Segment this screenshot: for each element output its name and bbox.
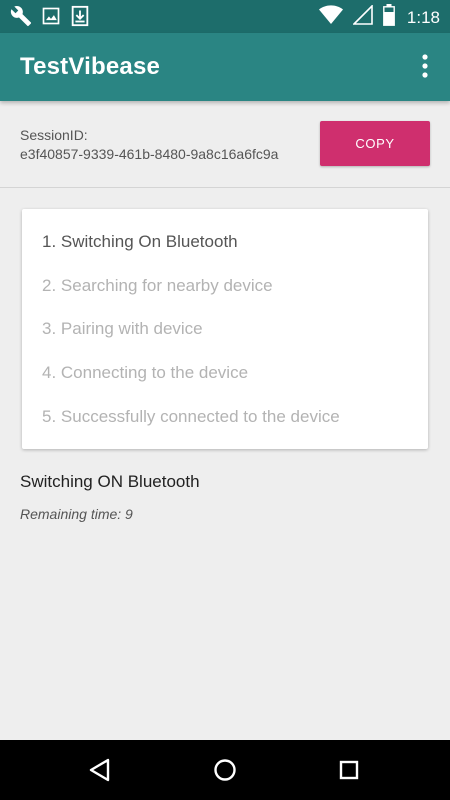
- current-status-text: Switching ON Bluetooth: [20, 472, 200, 491]
- step-5: 5. Successfully connected to the device: [42, 407, 340, 426]
- step-1: 1. Switching On Bluetooth: [42, 232, 238, 251]
- overflow-menu-icon[interactable]: [418, 53, 432, 81]
- app-bar: TestVibease: [0, 33, 450, 101]
- download-icon: [70, 5, 90, 32]
- step-3: 3. Pairing with device: [42, 319, 203, 338]
- status-time: 1:18: [406, 7, 440, 27]
- notification-icons: [10, 5, 90, 32]
- navigation-bar: [0, 740, 450, 800]
- copy-button[interactable]: COPY: [320, 121, 430, 166]
- status-bar: 1:18: [0, 0, 450, 33]
- remaining-time-text: Remaining time: 9: [20, 506, 133, 522]
- app-title: TestVibease: [20, 53, 161, 80]
- wifi-icon: [318, 5, 343, 30]
- recents-icon[interactable]: [333, 754, 365, 786]
- session-id-value: e3f40857-9339-461b-8480-9a8c16a6fc9a: [20, 146, 279, 162]
- battery-icon: [383, 4, 395, 31]
- screen: 1:18 TestVibease SessionID: e3f40857-933…: [0, 0, 450, 800]
- session-section: SessionID: e3f40857-9339-461b-8480-9a8c1…: [0, 101, 450, 188]
- back-icon[interactable]: [84, 754, 116, 786]
- signal-icon: [351, 4, 373, 30]
- steps-card: 1. Switching On Bluetooth 2. Searching f…: [22, 209, 428, 449]
- session-id-label: SessionID:: [20, 127, 88, 143]
- step-2: 2. Searching for nearby device: [42, 276, 273, 295]
- home-icon[interactable]: [209, 754, 241, 786]
- wrench-icon: [10, 5, 32, 32]
- system-icons: 1:18: [318, 4, 440, 31]
- step-4: 4. Connecting to the device: [42, 363, 249, 382]
- image-icon: [41, 6, 61, 31]
